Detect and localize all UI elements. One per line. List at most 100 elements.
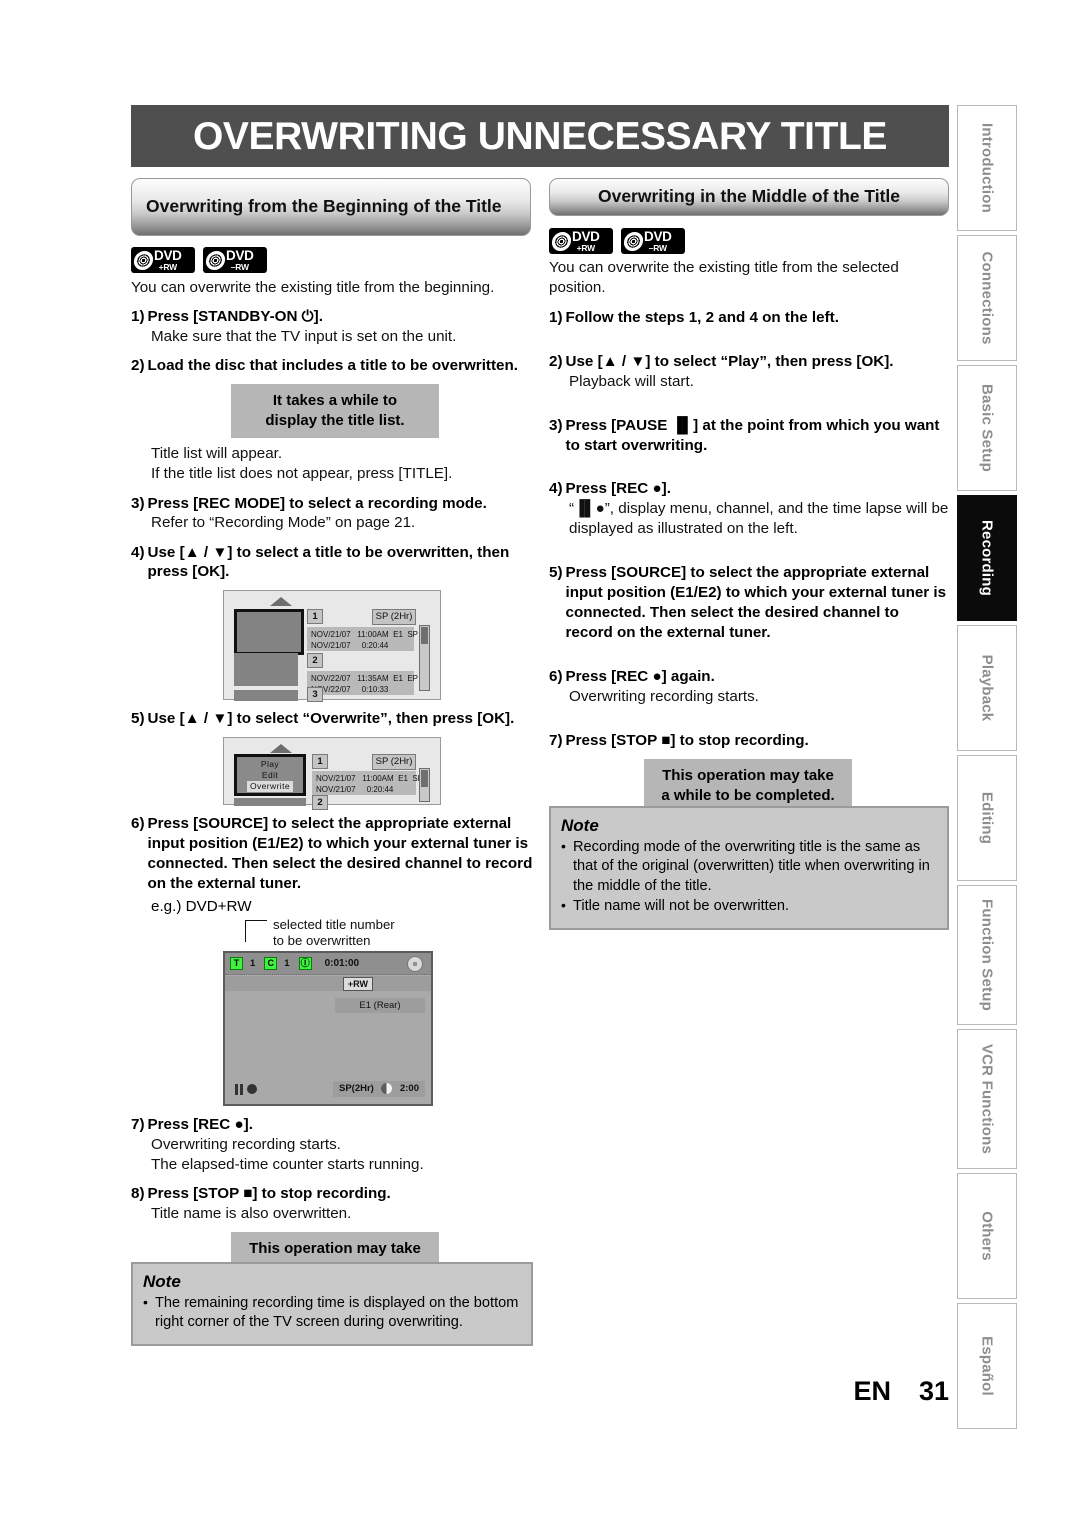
tv-title-number: 1: [250, 957, 256, 969]
tab-connections[interactable]: Connections: [957, 235, 1017, 361]
left-step-8: 8) Press [STOP ■] to stop recording.: [131, 1184, 533, 1204]
right-column: You can overwrite the existing title fro…: [549, 258, 949, 819]
dvd-minus-rw-icon: DVD –RW: [621, 228, 685, 254]
note-heading-left: Note: [143, 1272, 181, 1291]
right-step-4-number: 4): [549, 480, 563, 498]
title-list-screen-2: Play Edit Overwrite 1 SP (2Hr) NOV/21/07…: [223, 737, 441, 811]
left-step-4-number: 4): [131, 543, 145, 561]
right-intro: You can overwrite the existing title fro…: [549, 259, 899, 297]
section-heading-left-label: Overwriting from the Beginning of the Ti…: [146, 196, 502, 217]
title-thumbnail-2: [234, 798, 306, 807]
right-step-3-text: Press [PAUSE ▐▌] at the point from which…: [565, 416, 940, 454]
dvd-badge-bottom: +RW: [158, 262, 178, 272]
title-thumbnail-3: [234, 690, 298, 702]
left-step-7-text: Press [REC ●].: [147, 1115, 253, 1133]
disc-glyph-icon: [132, 250, 155, 270]
scrollbar-thumb[interactable]: [421, 627, 428, 645]
title-number-1: 1: [307, 609, 323, 625]
left-step-7-number: 7): [131, 1115, 145, 1133]
right-step-2-text: Use [▲ / ▼] to select “Play”, then press…: [565, 352, 894, 370]
left-step-6-text: Press [SOURCE] to select the appropriate…: [147, 815, 533, 892]
title-info-2-line1: NOV/22/07 11:35AM E1 EP: [311, 674, 419, 684]
dvd-minus-rw-icon: DVD –RW: [203, 247, 267, 273]
lead-line-label: selected title number to be overwritten: [273, 916, 395, 948]
right-step-6: 6) Press [REC ●] again.: [549, 667, 949, 687]
footer-language: EN: [853, 1376, 891, 1406]
tab-editing[interactable]: Editing: [957, 755, 1017, 881]
left-titlelist-appear: Title list will appear.: [151, 445, 283, 463]
left-step-1-sub: Make sure that the TV input is set on th…: [151, 328, 457, 346]
tab-espanol-label: Español: [978, 1336, 996, 1396]
title-info-1: NOV/21/07 11:00AM E1 SP NOV/21/07 0:20:44: [312, 771, 423, 796]
tab-recording[interactable]: Recording: [957, 495, 1017, 621]
section-heading-right-label: Overwriting in the Middle of the Title: [597, 186, 901, 207]
tab-connections-label: Connections: [978, 251, 996, 345]
note-box-right: Note Recording mode of the overwriting t…: [549, 806, 949, 930]
left-step-5: 5) Use [▲ / ▼] to select “Overwrite”, th…: [131, 709, 533, 729]
eg-dvd-plus-rw-label: e.g.) DVD+RW: [151, 897, 252, 915]
disc-compat-badges-left: DVD +RW DVD –RW: [131, 247, 267, 273]
tab-playback[interactable]: Playback: [957, 625, 1017, 751]
note-box-left: Note The remaining recording time is dis…: [131, 1262, 533, 1346]
clock-indicator-icon: Ⓘ: [298, 956, 312, 970]
tab-function-setup[interactable]: Function Setup: [957, 885, 1017, 1025]
dvd-badge-bottom: –RW: [230, 262, 249, 272]
right-step-3: 3) Press [PAUSE ▐▌] at the point from wh…: [549, 416, 949, 456]
left-step-3-sub: Refer to “Recording Mode” on page 21.: [151, 514, 416, 532]
record-dot-icon: [247, 1084, 257, 1095]
left-step-2-number: 2): [131, 357, 145, 375]
section-heading-right: Overwriting in the Middle of the Title: [549, 178, 949, 216]
title-number-2: 2: [307, 653, 323, 669]
right-step-7: 7) Press [STOP ■] to stop recording.: [549, 731, 949, 751]
rec-mode-badge: SP (2Hr): [372, 754, 416, 771]
tv-chapter-number: 1: [284, 957, 290, 969]
tv-rec-mode: SP(2Hr): [339, 1083, 374, 1095]
chapter-tab-strip: Introduction Connections Basic Setup Rec…: [957, 105, 1017, 1433]
tab-playback-label: Playback: [978, 654, 996, 722]
tab-espanol[interactable]: Español: [957, 1303, 1017, 1429]
scrollbar[interactable]: [419, 625, 430, 692]
title-info-1: NOV/21/07 11:00AM E1 SP NOV/21/07 0:20:44: [307, 627, 418, 652]
left-step-8-number: 8): [131, 1184, 145, 1202]
left-step-7: 7) Press [REC ●].: [131, 1115, 533, 1135]
title-info-1-line2: NOV/21/07 0:20:44: [316, 785, 394, 795]
left-step-1: 1) Press [STANDBY-ON ⏻].: [131, 307, 533, 327]
right-step-6-text: Press [REC ●] again.: [565, 668, 715, 686]
lead-line-vertical: [245, 919, 246, 942]
title-indicator-icon: T: [230, 956, 243, 970]
note-item: Recording mode of the overwriting title …: [561, 837, 937, 896]
tab-basic-setup[interactable]: Basic Setup: [957, 365, 1017, 491]
menu-item-play[interactable]: Play: [261, 759, 279, 770]
right-step-2: 2) Use [▲ / ▼] to select “Play”, then pr…: [549, 352, 949, 372]
section-heading-left: Overwriting from the Beginning of the Ti…: [131, 178, 531, 236]
dvd-badge-top: DVD: [154, 247, 182, 263]
callout-operation-delay-right: This operation may take a while to be co…: [644, 758, 852, 814]
scrollbar[interactable]: [419, 768, 430, 803]
menu-item-overwrite[interactable]: Overwrite: [247, 780, 293, 792]
left-step-1-text: Press [STANDBY-ON ⏻].: [147, 308, 323, 326]
context-menu[interactable]: Play Edit Overwrite: [234, 754, 306, 797]
right-step-4-text: Press [REC ●].: [565, 480, 671, 498]
disc-glyph-icon: [550, 231, 573, 251]
tab-introduction[interactable]: Introduction: [957, 105, 1017, 231]
note-item: The remaining recording time is displaye…: [143, 1293, 521, 1333]
dvd-badge-bottom: +RW: [576, 243, 596, 253]
left-step-3: 3) Press [REC MODE] to select a recordin…: [131, 494, 533, 514]
scroll-up-arrow-icon: [270, 744, 292, 754]
right-step-5-text: Press [SOURCE] to select the appropriate…: [565, 564, 947, 642]
left-step-2-text: Load the disc that includes a title to b…: [147, 357, 518, 375]
tab-vcr-functions[interactable]: VCR Functions: [957, 1029, 1017, 1169]
menu-item-edit[interactable]: Edit: [262, 770, 278, 781]
tab-others[interactable]: Others: [957, 1173, 1017, 1299]
right-step-5: 5) Press [SOURCE] to select the appropri…: [549, 563, 949, 643]
left-step-5-text: Use [▲ / ▼] to select “Overwrite”, then …: [147, 710, 515, 728]
left-intro: You can overwrite the existing title fro…: [131, 279, 495, 296]
note-heading-right: Note: [561, 816, 599, 835]
right-step-1: 1) Follow the steps 1, 2 and 4 on the le…: [549, 308, 949, 328]
title-number-2: 2: [312, 795, 328, 811]
dvd-badge-bottom: –RW: [648, 243, 667, 253]
right-step-4-sub: “▐▌●”, display menu, channel, and the ti…: [569, 500, 949, 538]
tv-input-source: E1 (Rear): [335, 997, 425, 1013]
scrollbar-thumb[interactable]: [421, 770, 428, 788]
tab-basic-setup-label: Basic Setup: [978, 383, 996, 473]
